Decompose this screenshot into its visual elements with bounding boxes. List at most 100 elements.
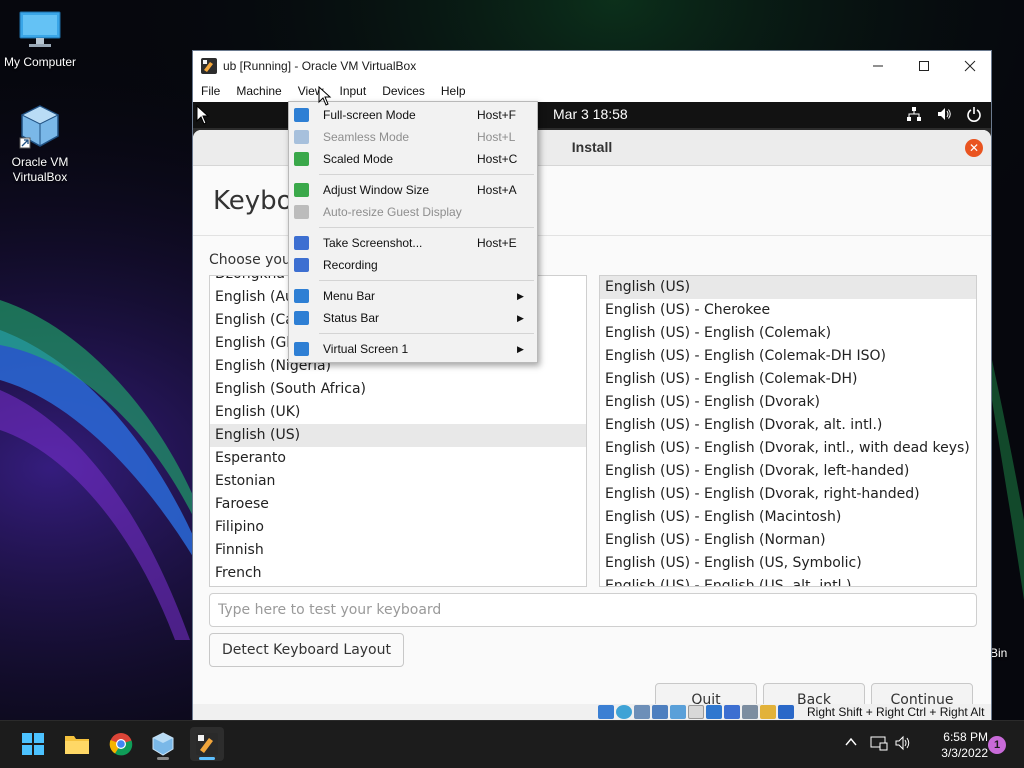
volume-icon[interactable]	[935, 105, 953, 123]
power-icon[interactable]	[965, 105, 983, 123]
window-title: ub [Running] - Oracle VM VirtualBox	[223, 58, 417, 73]
desktop-icon-virtualbox[interactable]: Oracle VM VirtualBox	[0, 104, 80, 185]
active-indicator	[199, 757, 215, 760]
taskbar-file-explorer[interactable]	[60, 727, 94, 761]
keyboard-test-input[interactable]	[209, 593, 977, 627]
detect-keyboard-layout-button[interactable]: Detect Keyboard Layout	[209, 633, 404, 667]
virtual-screen-icon	[294, 342, 309, 356]
menu-input[interactable]: Input	[332, 80, 375, 102]
guest-system-tray	[905, 105, 983, 123]
auto-resize-icon	[294, 205, 309, 219]
network-status-icon[interactable]	[870, 735, 888, 754]
view-menu-item-label: Scaled Mode	[323, 152, 394, 166]
language-list-item[interactable]: English (South Africa)	[210, 378, 586, 401]
virtualbox-icon	[152, 732, 174, 756]
show-hidden-icons-button[interactable]	[844, 735, 858, 752]
layout-list-item[interactable]: English (US) - Cherokee	[600, 299, 976, 322]
quit-button[interactable]: Quit	[655, 683, 757, 704]
view-menu-item[interactable]: Take Screenshot... Host+E	[289, 232, 537, 254]
scaled-icon	[294, 152, 309, 166]
view-menu-item[interactable]: Virtual Screen 1 ▶	[289, 338, 537, 360]
continue-button[interactable]: Continue	[871, 683, 973, 704]
shared-folders-icon[interactable]	[688, 705, 704, 719]
taskbar-virtualbox-manager[interactable]	[146, 727, 180, 761]
language-list-item[interactable]: English (US)	[210, 424, 586, 447]
guest-clock[interactable]: Mar 3 18:58	[553, 106, 628, 122]
layout-list-item[interactable]: English (US) - English (Dvorak, intl., w…	[600, 437, 976, 460]
layout-list-item[interactable]: English (US) - English (Norman)	[600, 529, 976, 552]
language-list-item[interactable]: Esperanto	[210, 447, 586, 470]
start-button[interactable]	[16, 727, 50, 761]
view-menu-item-shortcut: Host+A	[477, 183, 517, 197]
virtualization-icon[interactable]	[742, 705, 758, 719]
display-icon[interactable]	[706, 705, 722, 719]
view-menu-item[interactable]: Full-screen Mode Host+F	[289, 104, 537, 126]
recycle-bin-label[interactable]: Bin	[990, 646, 1007, 660]
usb-icon[interactable]	[670, 705, 686, 719]
layout-list-item[interactable]: English (US)	[600, 276, 976, 299]
language-list-item[interactable]: Faroese	[210, 493, 586, 516]
layout-list-item[interactable]: English (US) - English (Colemak)	[600, 322, 976, 345]
submenu-arrow-icon: ▶	[517, 291, 524, 301]
view-menu-item-label: Virtual Screen 1	[323, 342, 409, 356]
computer-icon	[19, 11, 61, 47]
layout-list-item[interactable]: English (US) - English (Dvorak)	[600, 391, 976, 414]
view-menu-item[interactable]: Recording	[289, 254, 537, 276]
maximize-button[interactable]	[901, 51, 947, 80]
speaker-icon[interactable]	[894, 735, 912, 754]
optical-drive-icon[interactable]	[616, 705, 632, 719]
layout-list-item[interactable]: English (US) - English (Colemak-DH)	[600, 368, 976, 391]
view-menu-item-shortcut: Host+L	[477, 130, 516, 144]
menu-machine[interactable]: Machine	[228, 80, 289, 102]
network-adapter-icon[interactable]	[652, 705, 668, 719]
view-menu-item[interactable]: Menu Bar ▶	[289, 285, 537, 307]
view-menu-item-label: Adjust Window Size	[323, 183, 430, 197]
layout-list-item[interactable]: English (US) - English (Colemak-DH ISO)	[600, 345, 976, 368]
virtualbox-icon	[19, 105, 60, 149]
choose-layout-label: Choose your	[209, 252, 297, 268]
mouse-integration-icon[interactable]	[760, 705, 776, 719]
network-icon[interactable]	[905, 105, 923, 123]
layout-list-item[interactable]: English (US) - English (Dvorak, left-han…	[600, 460, 976, 483]
language-list-item[interactable]: French	[210, 562, 586, 585]
video-capture-icon[interactable]	[724, 705, 740, 719]
taskbar-vm-window[interactable]	[190, 727, 224, 761]
keyboard-capture-icon[interactable]	[778, 705, 794, 719]
fullscreen-icon	[294, 108, 309, 122]
back-button[interactable]: Back	[763, 683, 865, 704]
keyboard-variant-list[interactable]: English (US) English (US) - Cherokee Engli…	[599, 275, 977, 587]
desktop-icon-label: My Computer	[3, 55, 77, 69]
desktop-icon-my-computer[interactable]: My Computer	[0, 10, 80, 70]
desktop-icon-label: Oracle VM VirtualBox	[11, 155, 69, 184]
layout-list-item[interactable]: English (US) - English (Dvorak, right-ha…	[600, 483, 976, 506]
view-menu-dropdown: Full-screen Mode Host+F Seamless Mode Host+…	[288, 101, 538, 363]
view-menu-item[interactable]: Status Bar ▶	[289, 307, 537, 329]
taskbar-chrome[interactable]	[104, 727, 138, 761]
layout-list-item[interactable]: English (US) - English (Dvorak, alt. int…	[600, 414, 976, 437]
language-list-item[interactable]: Estonian	[210, 470, 586, 493]
installer-close-button[interactable]: ✕	[965, 139, 983, 157]
layout-list-item[interactable]: English (US) - English (US, alt. intl.)	[600, 575, 976, 586]
audio-icon[interactable]	[634, 705, 650, 719]
submenu-arrow-icon: ▶	[517, 344, 524, 354]
view-menu-item[interactable]: Adjust Window Size Host+A	[289, 179, 537, 201]
view-menu-item[interactable]: Auto-resize Guest Display	[289, 201, 537, 223]
view-menu-item[interactable]: Scaled Mode Host+C	[289, 148, 537, 170]
vbox-menubar: File Machine View Input Devices Help	[193, 80, 991, 102]
minimize-button[interactable]	[855, 51, 901, 80]
language-list-item[interactable]: Finnish	[210, 539, 586, 562]
language-list-item[interactable]: English (UK)	[210, 401, 586, 424]
menu-help[interactable]: Help	[433, 80, 474, 102]
menu-devices[interactable]: Devices	[374, 80, 433, 102]
taskbar-clock[interactable]: 6:58 PM 3/3/2022	[924, 729, 988, 761]
layout-list-item[interactable]: English (US) - English (US, Symbolic)	[600, 552, 976, 575]
notification-badge[interactable]: 1	[988, 736, 1006, 754]
close-window-button[interactable]	[947, 51, 993, 80]
menu-file[interactable]: File	[193, 80, 228, 102]
view-menu-item-label: Take Screenshot...	[323, 236, 423, 250]
hard-disk-icon[interactable]	[598, 705, 614, 719]
window-titlebar[interactable]: ub [Running] - Oracle VM VirtualBox	[193, 51, 991, 80]
layout-list-item[interactable]: English (US) - English (Macintosh)	[600, 506, 976, 529]
language-list-item[interactable]: Filipino	[210, 516, 586, 539]
view-menu-item[interactable]: Seamless Mode Host+L	[289, 126, 537, 148]
